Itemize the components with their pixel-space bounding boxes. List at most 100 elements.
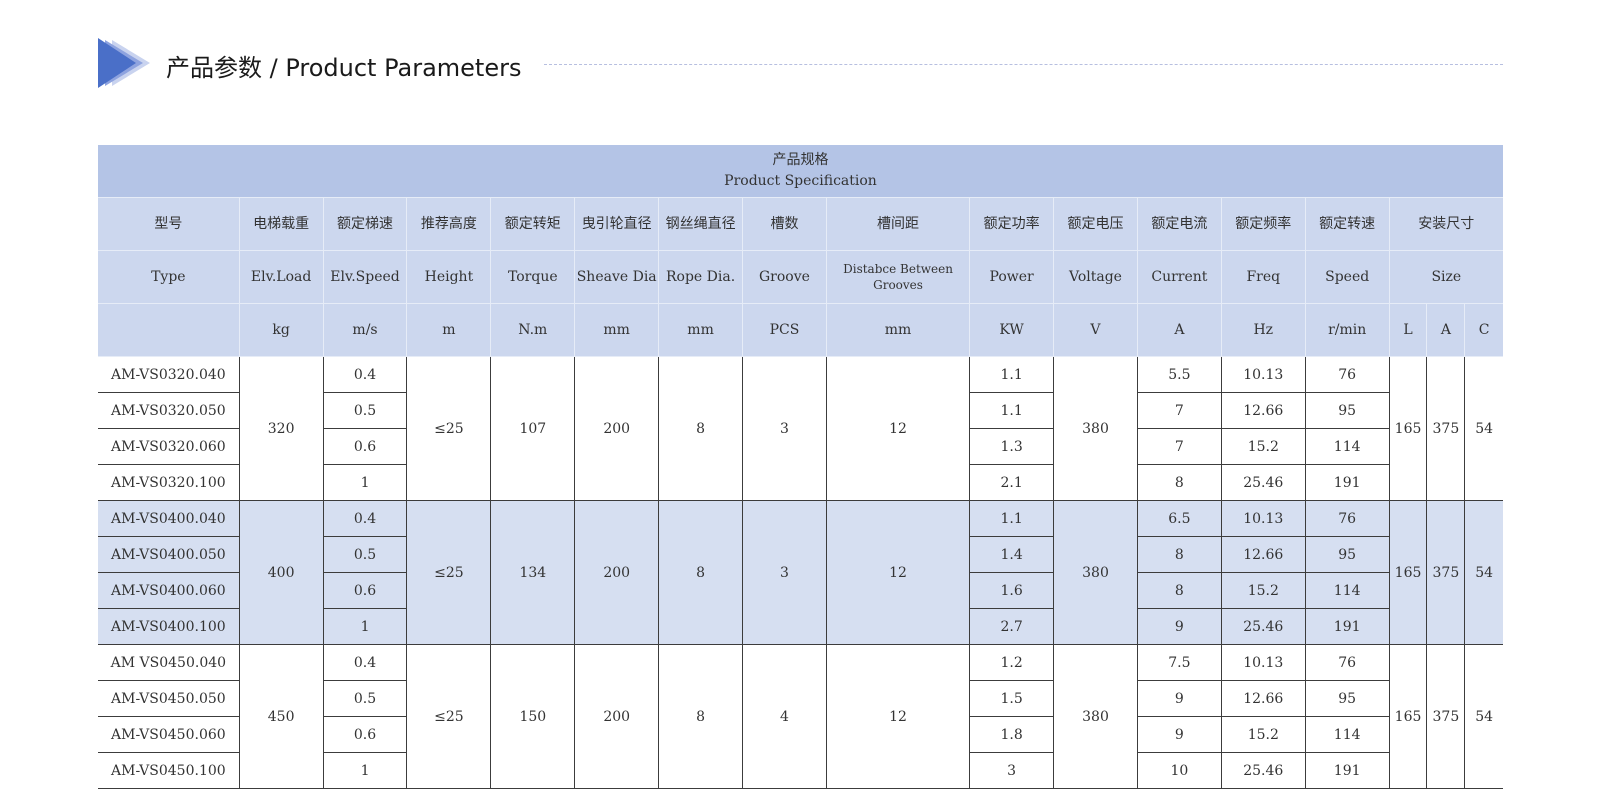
size-c-cell: 54: [1464, 356, 1503, 501]
rpm-cell: 76: [1305, 644, 1390, 681]
column-header-en: Distabce Between Grooves: [826, 250, 971, 304]
rpm-cell: 114: [1305, 428, 1390, 465]
torque-cell: 150: [490, 644, 576, 789]
type-cell: AM-VS0320.040: [98, 356, 240, 393]
column-header-cn: 额定电流: [1137, 197, 1222, 251]
rpm-cell: 191: [1305, 608, 1390, 645]
header-row-cn: 型号 电梯载重 额定梯速 推荐高度 额定转矩 曳引轮直径 钢丝绳直径 槽数 槽间距 额定功率 额定电…: [98, 197, 1503, 251]
unit-cell: r/min: [1305, 303, 1390, 357]
rpm-cell: 114: [1305, 716, 1390, 753]
freq-cell: 15.2: [1221, 428, 1306, 465]
power-cell: 1.5: [969, 680, 1055, 717]
header-row-en: Type Elv.Load Elv.Speed Height Torque Sheave …: [98, 250, 1503, 304]
type-cell: AM-VS0450.050: [98, 680, 240, 717]
type-cell: AM-VS0400.100: [98, 608, 240, 645]
column-header-cn: 曳引轮直径: [574, 197, 660, 251]
speed-cell: 1: [323, 464, 408, 501]
speed-cell: 0.6: [323, 428, 408, 465]
groove-cell: 4: [742, 644, 827, 789]
column-header-en: Current: [1137, 250, 1222, 304]
power-cell: 1.1: [969, 500, 1055, 537]
sheave-cell: 200: [574, 356, 660, 501]
speed-cell: 0.4: [323, 356, 408, 393]
spacing-cell: 12: [826, 356, 971, 501]
table-title-row: 产品规格 Product Specification: [98, 145, 1503, 198]
type-cell: AM-VS0450.100: [98, 752, 240, 789]
current-cell: 7.5: [1137, 644, 1222, 681]
torque-cell: 134: [490, 500, 576, 645]
column-header-en: Speed: [1305, 250, 1390, 304]
power-cell: 1.3: [969, 428, 1055, 465]
current-cell: 8: [1137, 536, 1222, 573]
column-header-en: Torque: [490, 250, 576, 304]
height-cell: ≤25: [406, 356, 492, 501]
rpm-cell: 76: [1305, 356, 1390, 393]
groove-cell: 3: [742, 356, 827, 501]
current-cell: 8: [1137, 572, 1222, 609]
unit-cell: m: [406, 303, 492, 357]
freq-cell: 25.46: [1221, 752, 1306, 789]
column-header-cn: 额定频率: [1221, 197, 1306, 251]
freq-cell: 25.46: [1221, 464, 1306, 501]
sheave-cell: 200: [574, 644, 660, 789]
voltage-cell: 380: [1053, 500, 1138, 645]
current-cell: 7: [1137, 392, 1222, 429]
size-l-cell: 165: [1389, 356, 1428, 501]
column-header-cn: 额定电压: [1053, 197, 1138, 251]
power-cell: 1.1: [969, 356, 1055, 393]
column-header-en: Height: [406, 250, 492, 304]
unit-cell: A: [1426, 303, 1466, 357]
speed-cell: 0.5: [323, 536, 408, 573]
spacing-cell: 12: [826, 500, 971, 645]
size-l-cell: 165: [1389, 500, 1428, 645]
table-row: AM-VS0400.040 400 0.4 ≤25 134 200 8 3 12 1.1 380 6.…: [98, 500, 1503, 645]
rpm-cell: 191: [1305, 464, 1390, 501]
speed-cell: 0.5: [323, 392, 408, 429]
column-header-cn: 额定转速: [1305, 197, 1390, 251]
column-header-en: Elv.Load: [239, 250, 324, 304]
unit-cell: mm: [574, 303, 660, 357]
column-header-cn: 额定梯速: [323, 197, 408, 251]
type-cell: AM-VS0400.060: [98, 572, 240, 609]
column-header-en: Voltage: [1053, 250, 1138, 304]
current-cell: 10: [1137, 752, 1222, 789]
unit-cell: L: [1389, 303, 1428, 357]
unit-cell: [98, 303, 240, 357]
freq-cell: 15.2: [1221, 716, 1306, 753]
type-cell: AM-VS0450.060: [98, 716, 240, 753]
table-title-cn: 产品规格: [772, 152, 829, 168]
type-cell: AM-VS0320.060: [98, 428, 240, 465]
current-cell: 7: [1137, 428, 1222, 465]
spacing-cell: 12: [826, 644, 971, 789]
freq-cell: 25.46: [1221, 608, 1306, 645]
size-c-cell: 54: [1464, 644, 1503, 789]
unit-cell: PCS: [742, 303, 827, 357]
column-header-cn: 槽数: [742, 197, 827, 251]
units-row: kg m/s m N.m mm mm PCS mm KW V A Hz r/min L A C: [98, 303, 1503, 357]
current-cell: 9: [1137, 680, 1222, 717]
rpm-cell: 114: [1305, 572, 1390, 609]
height-cell: ≤25: [406, 500, 492, 645]
power-cell: 1.2: [969, 644, 1055, 681]
unit-cell: N.m: [490, 303, 576, 357]
column-header-en: Sheave Dia: [574, 250, 660, 304]
unit-cell: KW: [969, 303, 1055, 357]
column-header-en: Rope Dia.: [658, 250, 744, 304]
load-cell: 320: [239, 356, 324, 501]
power-cell: 1.4: [969, 536, 1055, 573]
column-header-en: Type: [98, 250, 240, 304]
power-cell: 2.1: [969, 464, 1055, 501]
load-cell: 400: [239, 500, 324, 645]
freq-cell: 10.13: [1221, 644, 1306, 681]
speed-cell: 0.6: [323, 716, 408, 753]
size-c-cell: 54: [1464, 500, 1503, 645]
voltage-cell: 380: [1053, 644, 1138, 789]
power-cell: 1.1: [969, 392, 1055, 429]
unit-cell: A: [1137, 303, 1222, 357]
type-cell: AM-VS0320.100: [98, 464, 240, 501]
rpm-cell: 191: [1305, 752, 1390, 789]
spec-table: 产品规格 Product Specification 型号 电梯载重 额定梯速 推荐高度额…: [98, 145, 1503, 789]
sheave-cell: 200: [574, 500, 660, 645]
rpm-cell: 95: [1305, 680, 1390, 717]
column-header-en: Freq: [1221, 250, 1306, 304]
